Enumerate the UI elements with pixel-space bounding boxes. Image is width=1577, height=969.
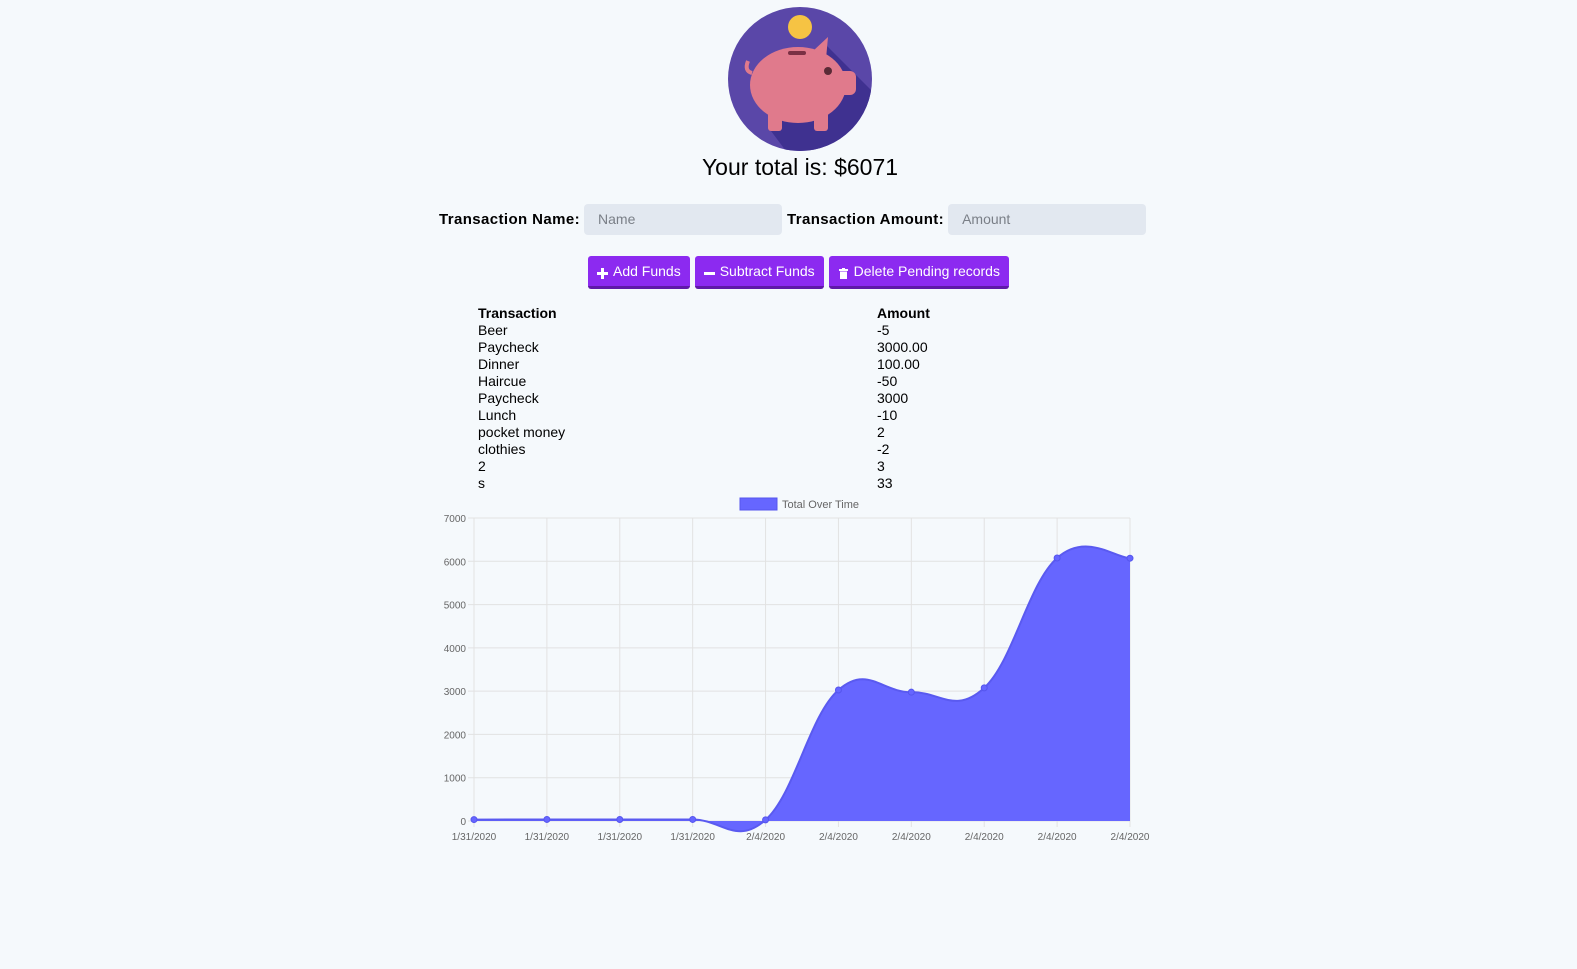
data-point xyxy=(762,816,770,824)
data-point xyxy=(616,816,624,824)
amount-cell: -50 xyxy=(877,373,898,389)
table-row: Lunch -10 xyxy=(478,407,1178,424)
piggy-bank-logo xyxy=(728,7,872,151)
x-axis-ticks: 1/31/2020 1/31/2020 1/31/2020 1/31/2020 2/4/… xyxy=(452,832,1150,843)
y-tick-label: 4000 xyxy=(444,644,467,655)
table-row: pocket money 2 xyxy=(478,424,1178,441)
subtract-funds-button[interactable]: Subtract Funds xyxy=(694,256,824,289)
data-point xyxy=(470,816,478,824)
amount-cell: -10 xyxy=(877,407,898,423)
x-tick-label: 2/4/2020 xyxy=(892,832,931,843)
y-tick-label: 6000 xyxy=(444,557,467,568)
data-point xyxy=(834,686,842,694)
transaction-cell: Dinner xyxy=(478,356,520,372)
transaction-cell: pocket money xyxy=(478,424,566,440)
amount-cell: -2 xyxy=(877,441,890,457)
y-axis-ticks: 0 1000 2000 3000 4000 5000 6000 7000 xyxy=(444,514,467,828)
data-point xyxy=(980,684,988,692)
x-tick-label: 2/4/2020 xyxy=(746,832,785,843)
table-row: Paycheck 3000 xyxy=(478,390,1178,407)
data-point xyxy=(1053,554,1061,562)
transaction-name-label: Transaction Name: xyxy=(439,210,581,228)
legend-swatch xyxy=(739,497,778,511)
y-tick-label: 7000 xyxy=(444,514,467,525)
table-row: Haircue -50 xyxy=(478,373,1178,390)
x-tick-label: 2/4/2020 xyxy=(1038,832,1077,843)
transaction-cell: Beer xyxy=(478,322,508,338)
transaction-cell: Paycheck xyxy=(478,390,539,406)
transaction-name-input[interactable] xyxy=(584,203,783,235)
x-tick-label: 1/31/2020 xyxy=(525,832,570,843)
amount-cell: 3000.00 xyxy=(877,339,928,355)
total-balance: Your total is: $6071 xyxy=(0,152,1577,182)
transaction-cell: Paycheck xyxy=(478,339,539,355)
x-tick-label: 2/4/2020 xyxy=(965,832,1004,843)
amount-cell: 33 xyxy=(877,475,893,491)
y-tick-label: 1000 xyxy=(444,774,467,785)
x-tick-label: 1/31/2020 xyxy=(598,832,643,843)
column-header-amount: Amount xyxy=(877,305,930,321)
legend-label: Total Over Time xyxy=(782,499,859,511)
y-tick-label: 2000 xyxy=(444,730,467,741)
x-tick-label: 1/31/2020 xyxy=(670,832,715,843)
transactions-table: Transaction Amount Beer -5 Paycheck 3000.0… xyxy=(478,305,1178,492)
data-point xyxy=(1126,554,1134,562)
table-row: Paycheck 3000.00 xyxy=(478,339,1178,356)
total-prefix: Your total is: $ xyxy=(701,154,847,180)
delete-pending-button[interactable]: Delete Pending records xyxy=(828,256,1009,289)
transaction-form: Transaction Name: Transaction Amount: xyxy=(439,203,1151,235)
subtract-funds-label: Subtract Funds xyxy=(719,263,815,279)
transaction-cell: s xyxy=(478,475,485,491)
total-over-time-chart: 0 1000 2000 3000 4000 5000 6000 7000 1/31/2020 1… xyxy=(430,495,1170,860)
delete-pending-label: Delete Pending records xyxy=(853,263,1000,279)
chart-svg: 01000200030004000500060007000 1/31/2020 1… xyxy=(444,497,1150,843)
table-row: Beer -5 xyxy=(478,322,1178,339)
total-value: 6071 xyxy=(846,154,899,180)
table-row: s 33 xyxy=(478,475,1178,492)
plus-icon xyxy=(597,266,608,279)
series-area xyxy=(474,546,1130,832)
table-header-row: Transaction Amount xyxy=(478,305,1178,322)
y-tick-label: 5000 xyxy=(444,601,467,612)
x-tick-label: 2/4/2020 xyxy=(1111,832,1150,843)
amount-cell: 3000 xyxy=(877,390,909,406)
action-buttons: Add Funds Subtract Funds Delete Pending … xyxy=(588,256,1009,289)
y-tick-label: 0 xyxy=(460,817,466,828)
column-header-transaction: Transaction xyxy=(478,305,557,321)
trash-icon xyxy=(838,266,849,279)
table-row: clothies -2 xyxy=(478,441,1178,458)
chart-area-layer xyxy=(473,545,1131,833)
transaction-cell: 2 xyxy=(478,458,486,474)
data-point xyxy=(543,815,551,823)
minus-icon xyxy=(703,266,715,277)
x-tick-label: 1/31/2020 xyxy=(452,832,497,843)
add-funds-label: Add Funds xyxy=(613,263,681,279)
chart-legend: Total Over Time xyxy=(739,497,859,511)
data-point xyxy=(907,688,915,696)
transaction-cell: Lunch xyxy=(478,407,517,423)
add-funds-button[interactable]: Add Funds xyxy=(588,256,690,289)
table-row: 23 xyxy=(478,458,1178,475)
transaction-amount-input[interactable] xyxy=(948,203,1147,235)
y-tick-label: 3000 xyxy=(444,687,467,698)
table-row: Dinner 100.00 xyxy=(478,356,1178,373)
data-point xyxy=(689,815,697,823)
x-tick-label: 2/4/2020 xyxy=(819,832,858,843)
amount-cell: 2 xyxy=(877,424,885,440)
amount-cell: 3 xyxy=(877,458,885,474)
transaction-cell: Haircue xyxy=(478,373,527,389)
amount-cell: 100.00 xyxy=(877,356,920,372)
transaction-amount-label: Transaction Amount: xyxy=(787,210,945,228)
transaction-cell: clothies xyxy=(478,441,526,457)
piggy-bank-icon xyxy=(728,7,872,151)
amount-cell: -5 xyxy=(877,322,890,338)
